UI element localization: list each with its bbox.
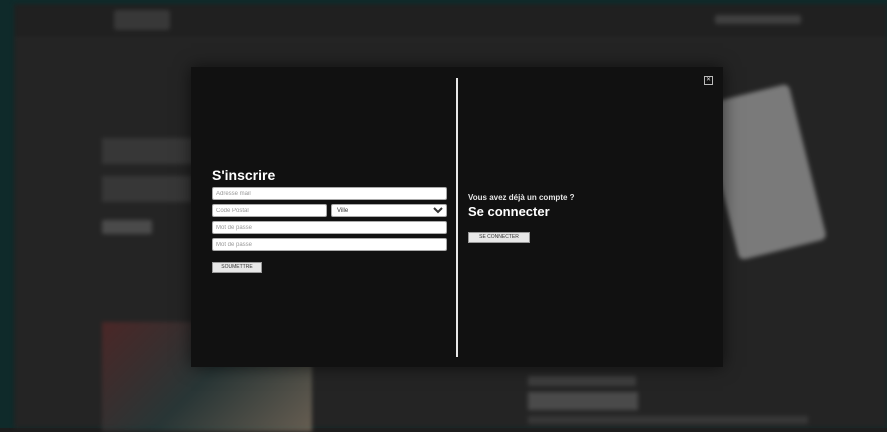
background-logo: [114, 10, 170, 30]
signup-form: S'inscrire Ville SOUMETTRE: [212, 167, 447, 273]
login-subtitle: Vous avez déjà un compte ?: [468, 193, 575, 202]
login-section: Vous avez déjà un compte ? Se connecter …: [468, 193, 575, 243]
password-field[interactable]: [212, 221, 447, 234]
background-heading: [528, 392, 638, 410]
modal-divider: [456, 78, 458, 357]
submit-button[interactable]: SOUMETTRE: [212, 262, 262, 273]
signup-title: S'inscrire: [212, 167, 276, 183]
city-select[interactable]: Ville: [331, 204, 447, 217]
background-hero-button: [102, 220, 152, 234]
login-button[interactable]: SE CONNECTER: [468, 232, 530, 243]
postal-city-row: Ville: [212, 204, 447, 217]
password-confirm-field[interactable]: [212, 238, 447, 251]
close-icon[interactable]: ✕: [704, 76, 713, 85]
background-text: [528, 376, 636, 386]
email-field[interactable]: [212, 187, 447, 200]
background-text: [528, 416, 808, 424]
background-hero-line: [102, 176, 192, 202]
background-hero-line: [102, 138, 202, 164]
background-nav: [715, 15, 801, 24]
auth-modal: ✕ S'inscrire Ville SOUMETTRE Vous avez d…: [191, 67, 723, 367]
login-title: Se connecter: [468, 204, 550, 219]
background-header: [14, 4, 887, 39]
postal-code-field[interactable]: [212, 204, 327, 217]
